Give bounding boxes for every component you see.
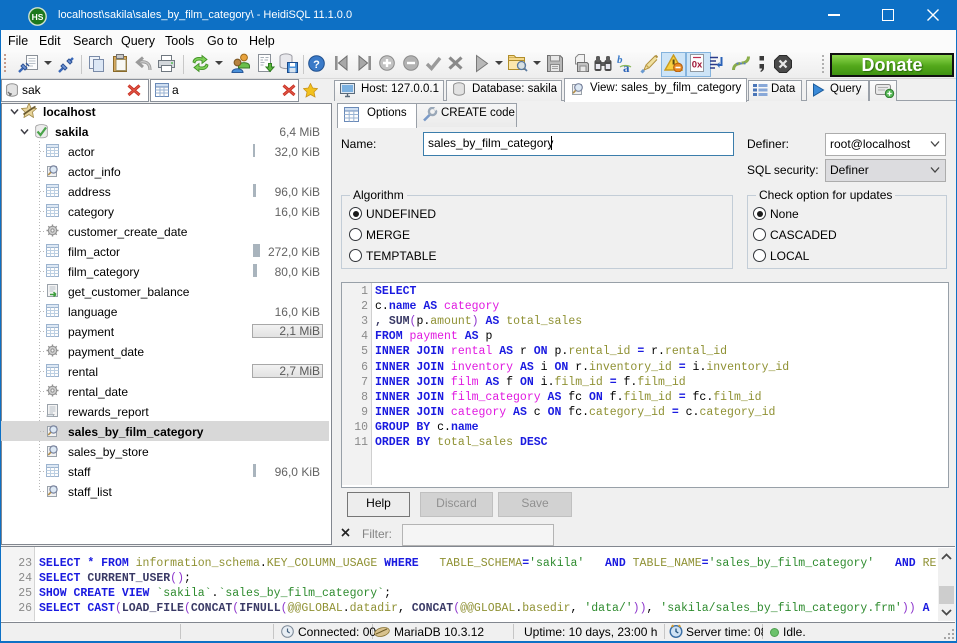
svg-text:0x: 0x: [692, 60, 703, 71]
svg-text:HS: HS: [32, 12, 44, 22]
svg-text:?: ?: [313, 59, 320, 71]
svg-text:a: a: [623, 60, 630, 74]
